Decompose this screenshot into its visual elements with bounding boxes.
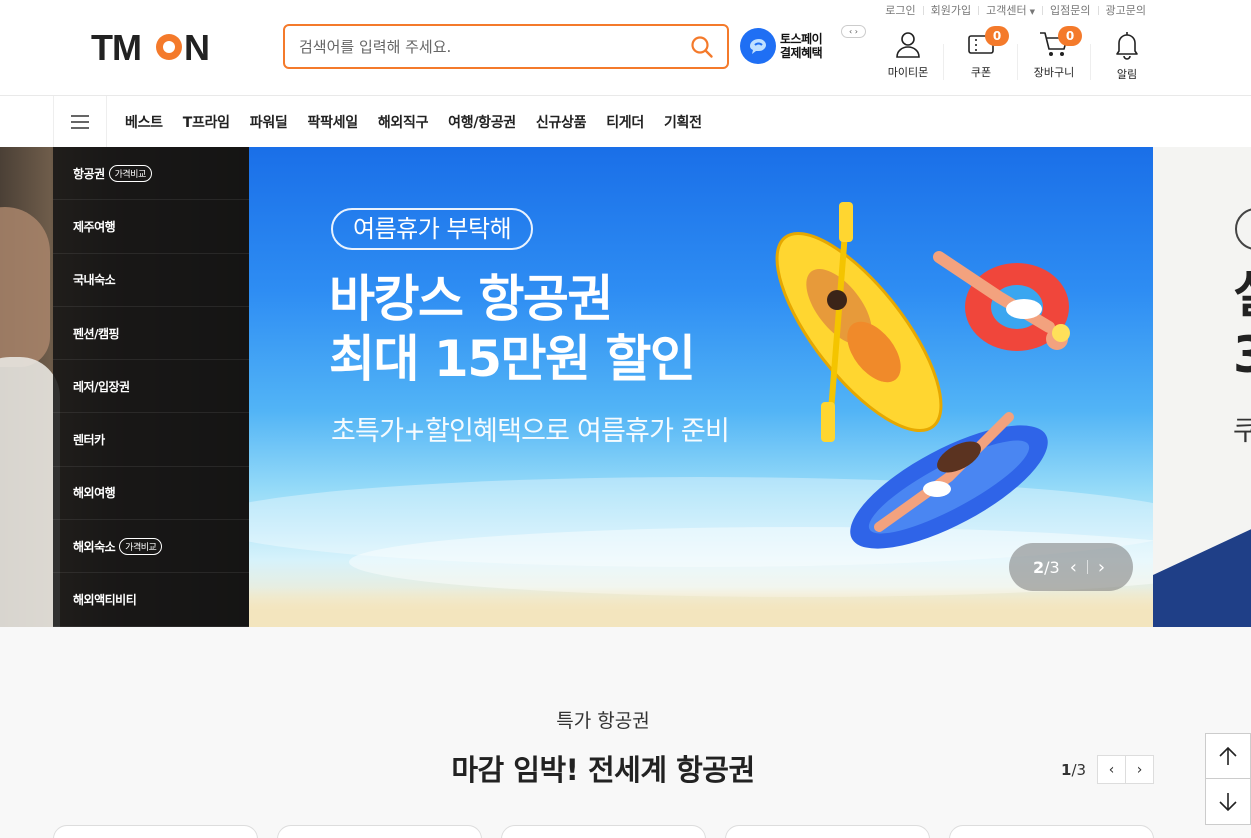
nav-item-sale[interactable]: 팍팍세일: [308, 112, 359, 132]
nav-item-new[interactable]: 신규상품: [536, 112, 587, 132]
deal-card[interactable]: [277, 825, 482, 838]
customer-center-link[interactable]: 고객센터 ▼: [979, 2, 1042, 18]
hero-carousel: 여름휴가 부탁해 바캉스 항공권 최대 15만원 할인 초특가+할인혜택으로 여…: [0, 147, 1251, 627]
surfboard-illustration: [850, 412, 1048, 549]
slide-next-icon[interactable]: ›: [1098, 557, 1105, 578]
mytmon-button[interactable]: 마이티몬: [880, 30, 936, 80]
search-box: [283, 24, 729, 69]
nav-item-exhibition[interactable]: 기획전: [664, 112, 702, 132]
slide-controls: 2 /3 ‹ ›: [1009, 543, 1133, 591]
main-nav: 베스트 T프라임 파워딜 팍팍세일 해외직구 여행/항공권 신규상품 티게더 기…: [0, 96, 1251, 147]
banner-pill: 여름휴가 부탁해: [331, 208, 534, 250]
swim-ring-illustration: [933, 251, 1070, 351]
category-item-flight[interactable]: 항공권 가격비교: [53, 147, 249, 201]
svg-text:N: N: [184, 29, 210, 65]
login-link[interactable]: 로그인: [878, 2, 922, 18]
arrow-down-icon: [1219, 792, 1237, 811]
deal-card[interactable]: [501, 825, 706, 838]
pager-next-button[interactable]: ›: [1125, 755, 1155, 784]
next-slide-image[interactable]: 실 3 쿠: [1153, 147, 1251, 627]
scroll-top-button[interactable]: [1206, 734, 1250, 779]
alarm-button[interactable]: 알림: [1099, 30, 1155, 82]
category-item-overseas-stay[interactable]: 해외숙소 가격비교: [53, 520, 249, 574]
cart-badge: 0: [1058, 26, 1082, 46]
pager-total: /3: [1071, 760, 1087, 779]
category-item-pension[interactable]: 펜션/캠핑: [53, 307, 249, 361]
coupon-label: 쿠폰: [970, 66, 992, 79]
nav-item-best[interactable]: 베스트: [125, 112, 163, 132]
arrow-up-icon: [1219, 746, 1237, 765]
nav-item-travel[interactable]: 여행/항공권: [448, 112, 516, 132]
deal-card[interactable]: [949, 825, 1154, 838]
toss-carousel-arrows[interactable]: ‹ ›: [841, 25, 866, 38]
alarm-label: 알림: [1116, 68, 1138, 81]
toss-logo-icon: [740, 28, 776, 64]
search-icon[interactable]: [690, 35, 714, 59]
nav-item-overseas[interactable]: 해외직구: [378, 112, 429, 132]
coupon-badge: 0: [985, 26, 1009, 46]
caret-down-icon: ▼: [1029, 8, 1036, 16]
cart-button[interactable]: 0 장바구니: [1026, 26, 1082, 80]
price-compare-badge: 가격비교: [119, 537, 163, 555]
category-menu: 항공권 가격비교 제주여행 국내숙소 펜션/캠핑 레저/입장권 렌터카 해외여행 …: [53, 147, 249, 627]
banner-subtitle: 초특가+할인혜택으로 여름휴가 준비: [331, 416, 730, 447]
tmon-logo[interactable]: TM N: [91, 27, 219, 68]
scroll-bottom-button[interactable]: [1206, 779, 1250, 824]
toss-line2: 결제혜택: [780, 46, 823, 60]
nav-item-tprime[interactable]: T프라임: [183, 112, 230, 132]
user-icon: [896, 32, 920, 58]
banner-headline: 바캉스 항공권 최대 15만원 할인: [329, 270, 696, 388]
category-item-overseas-activity[interactable]: 해외액티비티: [53, 573, 249, 627]
signup-link[interactable]: 회원가입: [924, 2, 978, 18]
coupon-button[interactable]: 0 쿠폰: [953, 26, 1009, 80]
hamburger-icon: [71, 114, 89, 129]
section-pager: 1 /3 ‹ ›: [1061, 755, 1155, 784]
bell-icon: [1116, 32, 1138, 60]
current-banner[interactable]: 여름휴가 부탁해 바캉스 항공권 최대 15만원 할인 초특가+할인혜택으로 여…: [249, 147, 1153, 627]
scroll-buttons: [1205, 733, 1251, 825]
mytmon-label: 마이티몬: [887, 66, 929, 79]
nav-item-powerdeal[interactable]: 파워딜: [250, 112, 288, 132]
nav-item-tgether[interactable]: 티게더: [606, 112, 644, 132]
category-menu-button[interactable]: [53, 96, 107, 147]
category-item-leisure[interactable]: 레저/입장권: [53, 360, 249, 414]
cart-label: 장바구니: [1033, 66, 1075, 79]
slide-total: /3: [1044, 557, 1060, 577]
category-item-overseas-travel[interactable]: 해외여행: [53, 467, 249, 521]
slide-current: 2: [1033, 557, 1045, 577]
pager-prev-button[interactable]: ‹: [1097, 755, 1127, 784]
partner-inquiry-link[interactable]: 입점문의: [1043, 2, 1097, 18]
section-title: 마감 임박! 전세계 항공권: [451, 753, 755, 787]
category-item-jeju[interactable]: 제주여행: [53, 200, 249, 254]
deal-card[interactable]: [725, 825, 930, 838]
price-compare-badge: 가격비교: [108, 164, 152, 182]
svg-text:TM: TM: [91, 29, 141, 65]
category-item-rentcar[interactable]: 렌터카: [53, 413, 249, 467]
search-input[interactable]: [299, 34, 679, 59]
pager-current: 1: [1061, 760, 1072, 779]
toss-line1: 토스페이: [780, 32, 823, 46]
deal-card[interactable]: [53, 825, 258, 838]
ad-inquiry-link[interactable]: 광고문의: [1099, 2, 1153, 18]
util-links: 로그인 회원가입 고객센터 ▼ 입점문의 광고문의: [878, 2, 1153, 18]
section-subtitle: 특가 항공권: [556, 710, 650, 732]
toss-pay-promo[interactable]: 토스페이 결제혜택: [740, 28, 823, 64]
slide-prev-icon[interactable]: ‹: [1070, 557, 1077, 578]
category-item-domestic-stay[interactable]: 국내숙소: [53, 254, 249, 307]
